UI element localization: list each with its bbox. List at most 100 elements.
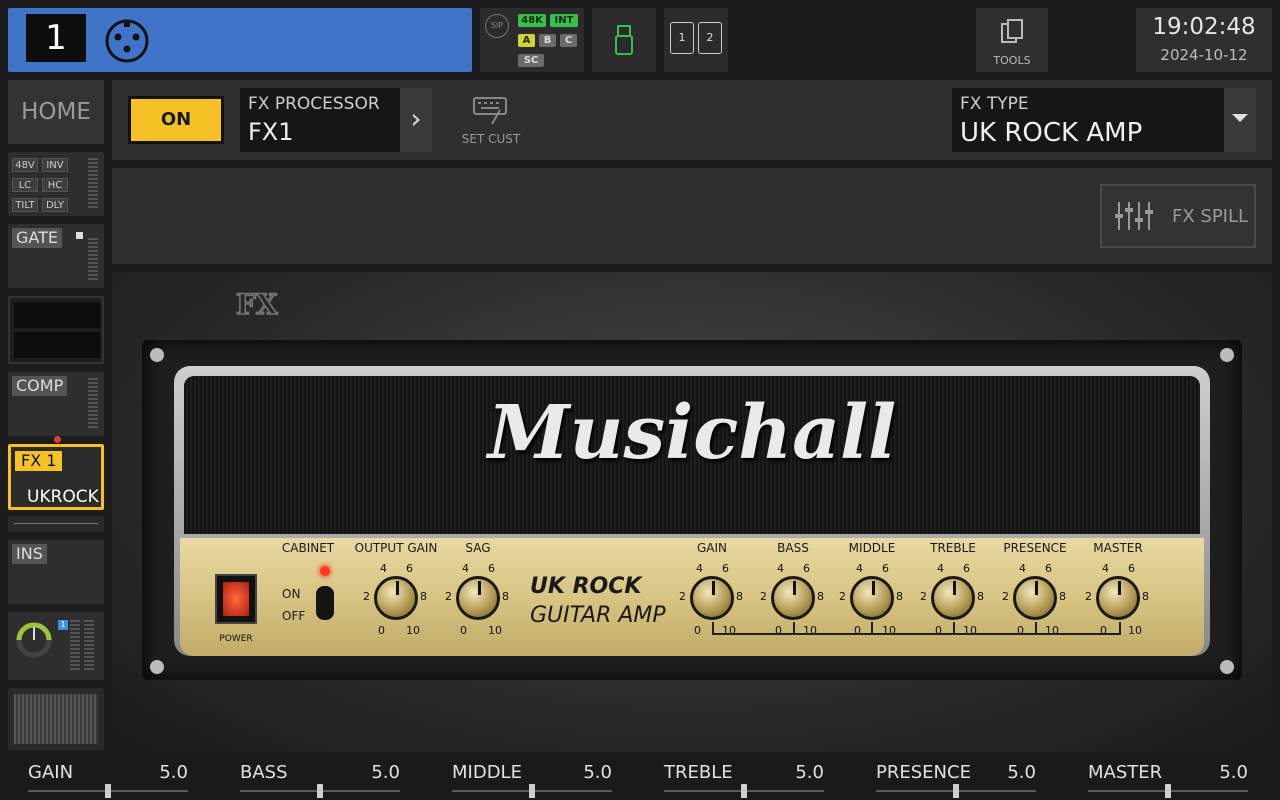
param-name: MIDDLE xyxy=(452,762,522,783)
amp-knob[interactable] xyxy=(374,576,418,620)
knob-scale-tick: 4 xyxy=(856,562,863,575)
param-thumb[interactable] xyxy=(105,784,111,798)
keyboard-icon xyxy=(473,97,507,125)
fx-logo-icon: FX xyxy=(235,288,278,320)
insert-position-slider[interactable] xyxy=(8,516,104,532)
amp-knob[interactable] xyxy=(456,576,500,620)
param-slider-presence[interactable]: PRESENCE 5.0 xyxy=(876,756,1036,800)
power-icon xyxy=(223,582,249,616)
fx-type-label: FX TYPE xyxy=(960,94,1029,114)
screw-icon xyxy=(1220,660,1234,674)
chevron-down-icon xyxy=(1232,114,1248,122)
param-slider-bass[interactable]: BASS 5.0 xyxy=(240,756,400,800)
param-name: MASTER xyxy=(1088,762,1163,783)
knob-label: BASS xyxy=(777,541,809,555)
amp-knob[interactable] xyxy=(931,576,975,620)
amp-knob[interactable] xyxy=(771,576,815,620)
clock-display: 19:02:48 2024-10-12 xyxy=(1136,8,1272,72)
knob-scale-tick: 6 xyxy=(1128,562,1135,575)
eq-block[interactable] xyxy=(8,296,104,364)
fx-type-dropdown-button[interactable] xyxy=(1224,88,1256,152)
knob-scale-tick: 10 xyxy=(406,624,420,637)
fx-active-dot xyxy=(54,436,61,443)
usb-icon xyxy=(615,25,633,55)
knob-scale-tick: 2 xyxy=(839,590,846,603)
knob-scale-tick: 0 xyxy=(378,624,385,637)
home-button[interactable]: HOME xyxy=(8,80,104,144)
knob-scale-tick: 2 xyxy=(920,590,927,603)
knob-scale-tick: 4 xyxy=(696,562,703,575)
clock-source-badge: INT xyxy=(550,14,578,27)
knob-scale-tick: 6 xyxy=(406,562,413,575)
param-thumb[interactable] xyxy=(1165,784,1171,798)
set-cust-label: SET CUST xyxy=(461,132,521,146)
param-thumb[interactable] xyxy=(529,784,535,798)
invert-tag: INV xyxy=(42,158,68,172)
amp-knob[interactable] xyxy=(690,576,734,620)
fx-processor-selector[interactable]: FX PROCESSOR FX1 xyxy=(240,88,400,152)
channel-selector[interactable]: 1 xyxy=(8,8,472,72)
tilt-tag: TILT xyxy=(12,198,38,212)
svg-text:FX: FX xyxy=(236,288,278,320)
knob-scale-tick: 8 xyxy=(502,590,509,603)
fx-spill-label: FX SPILL xyxy=(1172,206,1249,227)
knob-label: MIDDLE xyxy=(848,541,896,555)
param-value: 5.0 xyxy=(371,762,400,783)
fx-on-button[interactable]: ON xyxy=(128,96,224,144)
status-b-badge: B xyxy=(539,34,556,47)
sd-card-button[interactable]: 1 2 xyxy=(664,8,728,72)
amp-knob[interactable] xyxy=(1096,576,1140,620)
param-thumb[interactable] xyxy=(741,784,747,798)
status-indicators[interactable]: SIP 48K INT A B C SC xyxy=(480,8,584,72)
fx-spill-button[interactable]: FX SPILL xyxy=(1100,184,1256,248)
knob-label: SAG xyxy=(465,541,491,555)
usb-button[interactable] xyxy=(592,8,656,72)
gate-block[interactable]: GATE xyxy=(8,224,104,288)
pan-meter-block[interactable]: 1 xyxy=(8,612,104,680)
comp-meter xyxy=(88,378,98,430)
amp-model-line2: GUITAR AMP xyxy=(530,603,666,628)
cabinet-label: CABINET xyxy=(281,541,335,555)
fx-type-selector[interactable]: FX TYPE UK ROCK AMP xyxy=(952,88,1224,152)
param-slider-treble[interactable]: TREBLE 5.0 xyxy=(664,756,824,800)
gate-label: GATE xyxy=(12,228,62,248)
gate-indicator xyxy=(76,232,83,239)
chevron-right-icon[interactable]: › xyxy=(400,88,432,152)
knob-scale-tick: 8 xyxy=(817,590,824,603)
knob-scale-tick: 6 xyxy=(882,562,889,575)
tools-label: TOOLS xyxy=(993,54,1031,67)
knob-scale-tick: 10 xyxy=(488,624,502,637)
input-settings-block[interactable]: 48V INV LC HC TILT DLY xyxy=(8,152,104,216)
sip-indicator: SIP xyxy=(485,14,509,38)
fader-block[interactable] xyxy=(8,688,104,750)
knob-scale-tick: 4 xyxy=(380,562,387,575)
param-slider-master[interactable]: MASTER 5.0 xyxy=(1088,756,1248,800)
eq-linkage-line xyxy=(712,622,1121,635)
fx-processor-value: FX1 xyxy=(248,118,294,146)
phantom-48v-tag: 48V xyxy=(12,158,38,172)
power-switch[interactable] xyxy=(215,574,257,624)
sd-card-1-icon: 1 xyxy=(670,22,694,54)
set-custom-button[interactable]: SET CUST xyxy=(456,92,526,152)
fx1-block[interactable]: FX 1 UKROCK xyxy=(8,444,104,510)
cabinet-on-label: ON xyxy=(282,587,301,601)
cabinet-toggle-switch[interactable] xyxy=(316,586,334,620)
amp-knob[interactable] xyxy=(1013,576,1057,620)
comp-block[interactable]: COMP xyxy=(8,372,104,436)
insert-block[interactable]: INS xyxy=(8,540,104,604)
cabinet-led xyxy=(320,566,330,576)
knob-scale-tick: 2 xyxy=(679,590,686,603)
param-slider-middle[interactable]: MIDDLE 5.0 xyxy=(452,756,612,800)
knob-scale-tick: 8 xyxy=(977,590,984,603)
knob-label: MASTER xyxy=(1093,541,1143,555)
param-slider-gain[interactable]: GAIN 5.0 xyxy=(28,756,188,800)
param-thumb[interactable] xyxy=(317,784,323,798)
knob-scale-tick: 4 xyxy=(1102,562,1109,575)
tools-button[interactable]: TOOLS xyxy=(976,8,1048,72)
amp-knob[interactable] xyxy=(850,576,894,620)
knob-label: TREBLE xyxy=(930,541,976,555)
param-thumb[interactable] xyxy=(953,784,959,798)
knob-scale-tick: 4 xyxy=(1019,562,1026,575)
fx-type-value: UK ROCK AMP xyxy=(960,118,1143,148)
comp-label: COMP xyxy=(12,376,68,396)
